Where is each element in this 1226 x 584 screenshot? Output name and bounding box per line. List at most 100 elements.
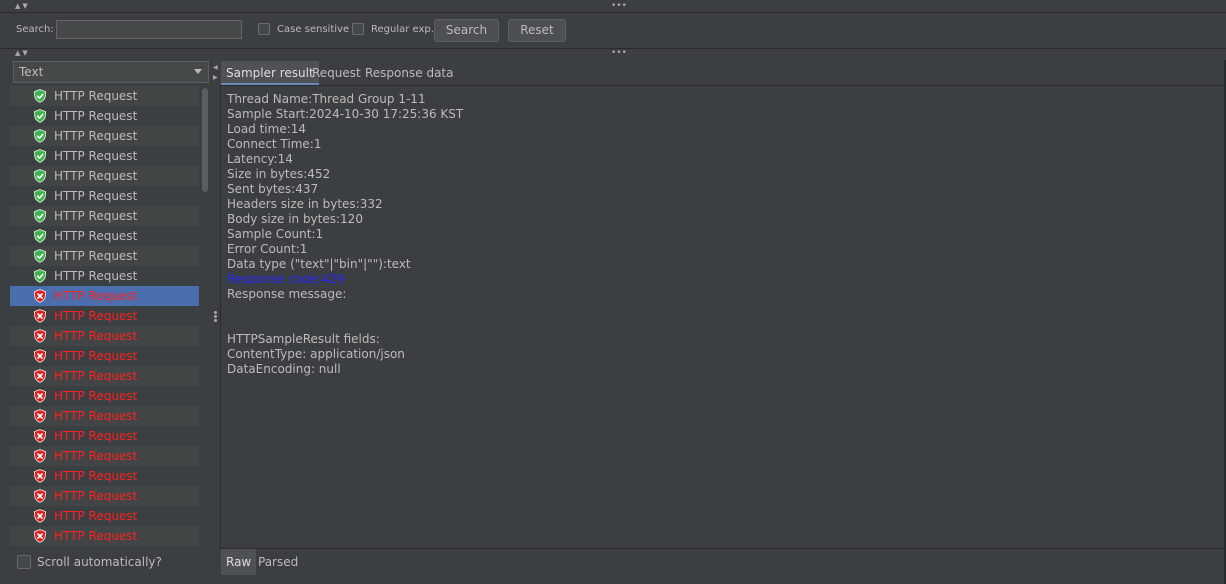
tree-row-label: HTTP Request [54,489,138,503]
main-splitter[interactable]: ▲▼ ••• [0,48,1226,59]
tree-row-label: HTTP Request [54,469,138,483]
result-line: Error Count:1 [227,242,308,256]
tree-row-label: HTTP Request [54,309,138,323]
shield-check-icon [33,189,47,203]
tree-scrollbar[interactable] [202,88,208,192]
tree-row[interactable]: HTTP Request [10,86,199,106]
result-line: HTTPSampleResult fields: [227,332,380,346]
reset-button[interactable]: Reset [508,19,566,42]
splitter-grip-icon[interactable] [214,311,217,314]
result-line: Latency:14 [227,152,293,166]
shield-check-icon [33,269,47,283]
tree-row[interactable]: HTTP Request [10,366,199,386]
tree-row[interactable]: HTTP Request [10,386,199,406]
tree-row-label: HTTP Request [54,449,138,463]
shield-x-icon [33,289,47,303]
tree-row[interactable]: HTTP Request [10,186,199,206]
search-input[interactable] [56,20,242,39]
tree-row-label: HTTP Request [54,409,138,423]
tree-row-label: HTTP Request [54,509,138,523]
splitter-grip-icon[interactable] [214,319,217,322]
splitter-grip-icon[interactable]: ••• [611,1,627,11]
results-tree[interactable]: HTTP Request HTTP Request HTTP Request HTTP… [10,86,200,551]
result-line: Connect Time:1 [227,137,322,151]
tree-row-label: HTTP Request [54,429,138,443]
tree-row-label: HTTP Request [54,269,138,283]
shield-x-icon [33,349,47,363]
result-line: Body size in bytes:120 [227,212,363,226]
tree-row-label: HTTP Request [54,89,138,103]
collapse-arrows-icon[interactable]: ▲▼ [15,0,30,12]
tree-row-label: HTTP Request [54,149,138,163]
tree-row[interactable]: HTTP Request [10,346,199,366]
result-line: Thread Name:Thread Group 1-11 [227,92,426,106]
search-button[interactable]: Search [434,19,499,42]
tree-row-label: HTTP Request [54,529,138,543]
tree-row[interactable]: HTTP Request [10,426,199,446]
shield-x-icon [33,409,47,423]
scroll-automatically-checkbox[interactable] [17,555,31,569]
tree-row[interactable]: HTTP Request [10,506,199,526]
tree-row-label: HTTP Request [54,229,138,243]
tree-row[interactable]: HTTP Request [10,226,199,246]
result-line: Sample Count:1 [227,227,324,241]
tree-row-label: HTTP Request [54,349,138,363]
tree-row[interactable]: HTTP Request [10,326,199,346]
tree-row[interactable]: HTTP Request [10,406,199,426]
tab-raw[interactable]: Raw [221,549,257,575]
tree-row[interactable]: HTTP Request [10,246,199,266]
sampler-result-panel[interactable] [220,86,1226,548]
shield-x-icon [33,489,47,503]
tab-response-data[interactable]: Response data [360,61,458,85]
tree-row[interactable]: HTTP Request [10,206,199,226]
tree-row[interactable]: HTTP Request [10,146,199,166]
tab-request[interactable]: Request [307,61,366,85]
shield-check-icon [33,229,47,243]
case-sensitive-checkbox[interactable] [258,23,270,35]
tree-row[interactable]: HTTP Request [10,166,199,186]
collapse-left-icon[interactable]: ◀ [213,64,218,71]
shield-check-icon [33,169,47,183]
result-line: Sample Start:2024-10-30 17:25:36 KST [227,107,464,121]
renderer-combobox[interactable]: Text [13,61,209,83]
tree-row-label: HTTP Request [54,189,138,203]
tree-row[interactable]: HTTP Request [10,286,199,306]
result-line: Load time:14 [227,122,307,136]
shield-x-icon [33,469,47,483]
tab-sampler-result[interactable]: Sampler result [221,61,319,85]
result-line: Headers size in bytes:332 [227,197,383,211]
tree-row[interactable]: HTTP Request [10,126,199,146]
chevron-down-icon [194,69,202,74]
shield-check-icon [33,209,47,223]
result-line: Response code:429 [227,272,345,286]
top-splitter[interactable]: ▲▼ ••• [0,0,1226,13]
shield-check-icon [33,89,47,103]
tree-row-label: HTTP Request [54,249,138,263]
tree-row[interactable]: HTTP Request [10,526,199,546]
tab-parsed[interactable]: Parsed [253,549,303,575]
case-sensitive-label: Case sensitive [277,24,350,35]
tree-row-label: HTTP Request [54,369,138,383]
tree-row[interactable]: HTTP Request [10,306,199,326]
tree-row-label: HTTP Request [54,329,138,343]
tree-row[interactable]: HTTP Request [10,466,199,486]
collapse-right-icon[interactable]: ▶ [213,74,218,81]
shield-check-icon [33,129,47,143]
shield-x-icon [33,449,47,463]
tree-row[interactable]: HTTP Request [10,106,199,126]
splitter-grip-icon[interactable] [214,315,217,318]
search-label: Search: [16,24,54,35]
tree-row[interactable]: HTTP Request [10,446,199,466]
result-line: Sent bytes:437 [227,182,319,196]
tree-row[interactable]: HTTP Request [10,486,199,506]
shield-x-icon [33,389,47,403]
splitter-grip-icon[interactable]: ••• [611,48,627,58]
shield-x-icon [33,369,47,383]
regex-label: Regular exp. [371,24,434,35]
shield-x-icon [33,309,47,323]
tree-row[interactable]: HTTP Request [10,266,199,286]
result-line: DataEncoding: null [227,362,341,376]
regex-checkbox[interactable] [352,23,364,35]
collapse-arrows-icon[interactable]: ▲▼ [15,47,30,59]
result-line: Data type ("text"|"bin"|""):text [227,257,411,271]
